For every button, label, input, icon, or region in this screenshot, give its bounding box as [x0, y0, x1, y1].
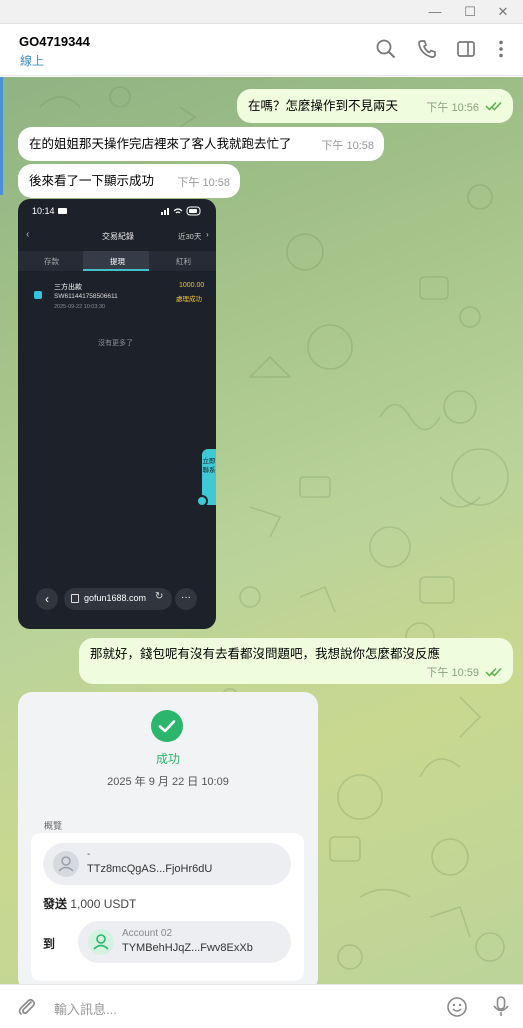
sidebar-toggle-icon[interactable] [455, 38, 477, 60]
read-checkmarks-icon [485, 667, 502, 677]
minimize-button[interactable]: — [426, 3, 444, 21]
close-button[interactable]: ✕ [494, 3, 512, 21]
tx-to-pill: Account 02 TYMBehHJqZ...Fwv8ExXb [78, 921, 291, 963]
message-time: 下午 10:56 [426, 102, 479, 114]
tx-from-address: TTz8mcQgAS...FjoHr6dU [87, 863, 213, 875]
message-input-bar[interactable]: 輸入訊息... [0, 984, 523, 1028]
transaction-screenshot-image[interactable]: 成功 2025 年 9 月 22 日 10:09 概覽 - TTz8mcQgAS… [18, 692, 318, 984]
tx-status: 成功 [155, 752, 180, 766]
search-icon[interactable] [375, 38, 397, 60]
phone-tab: 紅利 [176, 257, 191, 266]
phone-date-filter: 近30天 [178, 232, 202, 241]
tx-details-panel: - TTz8mcQgAS...FjoHr6dU 發送 1,000 USDT 到 … [31, 833, 304, 981]
tx-send-row: 發送 1,000 USDT [43, 895, 136, 912]
outgoing-message[interactable]: 那就好，錢包呢有沒有去看都沒問題吧，我想說你怎麼都沒反應 下午 10:59 [79, 638, 513, 684]
phone-page-title: 交易紀錄 [102, 232, 134, 241]
tx-overview-label: 概覽 [44, 821, 63, 831]
chat-header[interactable]: GO4719344 線上 [0, 24, 523, 76]
phone-empty-text: 沒有更多了 [98, 340, 133, 347]
phone-record-icon [34, 291, 42, 299]
phone-record-id: SW611441758506611 [54, 293, 118, 300]
phone-record-amount: 1000.00 [179, 282, 205, 289]
unread-indicator-bar [0, 77, 3, 195]
tx-to-address: TYMBehHJqZ...Fwv8ExXb [122, 942, 253, 954]
phone-filter-chevron: › [206, 230, 209, 239]
maximize-button[interactable]: ☐ [461, 3, 479, 21]
phone-browser-back-icon: ‹ [36, 588, 58, 610]
tx-to-label: 到 [43, 937, 56, 951]
message-time: 下午 10:58 [177, 177, 230, 189]
tx-to-name: Account 02 [122, 928, 173, 939]
contact-name: GO4719344 [19, 34, 90, 49]
phone-call-icon[interactable] [416, 38, 438, 60]
read-checkmarks-icon [485, 101, 502, 111]
phone-status-icons [161, 206, 201, 216]
contact-status: 線上 [20, 54, 45, 68]
phone-site-icon [71, 594, 79, 603]
message-time: 下午 10:58 [321, 140, 374, 152]
phone-record-method: 三方出款 [54, 284, 82, 291]
success-check-icon [151, 710, 183, 742]
phone-record-date: 2025-09-22 10:03:30 [54, 304, 106, 310]
chat-area[interactable]: 在嗎？怎麼操作到不見兩天 下午 10:56 在的姐姐那天操作完店裡來了客人我就跑… [0, 77, 523, 984]
phone-refresh-icon: ↻ [155, 591, 164, 602]
message-input[interactable]: 輸入訊息... [54, 999, 117, 1018]
tx-datetime: 2025 年 9 月 22 日 10:09 [107, 776, 229, 788]
tx-from-pill: - TTz8mcQgAS...FjoHr6dU [43, 843, 291, 885]
attach-paperclip-icon[interactable] [16, 996, 38, 1018]
incoming-message[interactable]: 後來看了一下顯示成功 下午 10:58 [18, 164, 240, 198]
tx-send-label: 發送 [43, 897, 68, 911]
phone-back-arrow: ‹ [26, 229, 30, 240]
phone-url-text: gofun1688.com [84, 593, 147, 603]
from-avatar-icon [53, 851, 79, 877]
incoming-message[interactable]: 在的姐姐那天操作完店裡來了客人我就跑去忙了 下午 10:58 [18, 127, 384, 161]
message-time: 下午 10:59 [426, 667, 479, 679]
to-avatar-icon [88, 929, 114, 955]
phone-notification-icon [58, 208, 67, 214]
outgoing-message[interactable]: 在嗎？怎麼操作到不見兩天 下午 10:56 [237, 89, 513, 123]
phone-browser-more-icon: ··· [175, 588, 197, 610]
phone-tab-active: 提現 [110, 257, 125, 266]
microphone-icon[interactable] [490, 995, 512, 1019]
message-text: 在的姐姐那天操作完店裡來了客人我就跑去忙了 [29, 137, 292, 151]
emoji-icon[interactable] [446, 996, 468, 1018]
phone-record-status: 處理成功 [176, 296, 202, 303]
tx-send-amount: 1,000 USDT [70, 897, 137, 911]
phone-clock: 10:14 [32, 206, 55, 216]
phone-tab: 存款 [44, 257, 59, 266]
more-menu-icon[interactable] [490, 38, 512, 60]
message-text: 那就好，錢包呢有沒有去看都沒問題吧，我想說你怎麼都沒反應 [90, 647, 441, 661]
tx-from-name: - [87, 849, 91, 860]
phone-screenshot-image[interactable]: 10:14 ‹ 交易紀錄 近30天 › 存款 提現 紅利 三方出款 SW6114… [18, 199, 216, 629]
window-titlebar: — ☐ ✕ [0, 0, 523, 24]
message-text: 在嗎？怎麼操作到不見兩天 [248, 99, 399, 113]
message-text: 後來看了一下顯示成功 [29, 174, 155, 188]
phone-side-badge [196, 495, 208, 507]
